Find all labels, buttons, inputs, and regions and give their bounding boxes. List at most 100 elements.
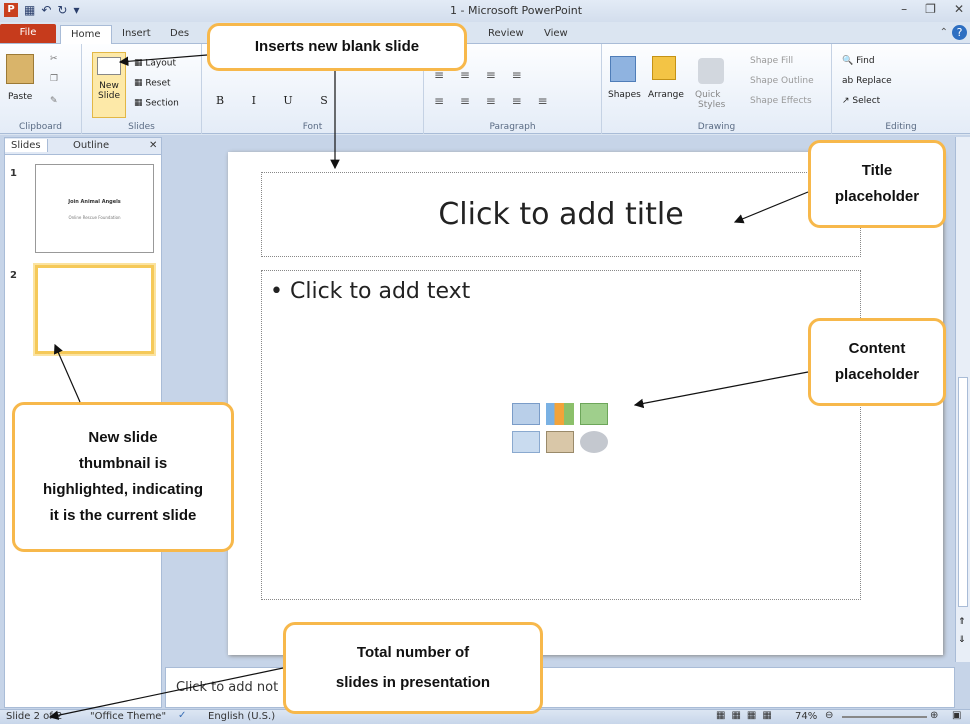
- font-format-buttons[interactable]: B I U S: [216, 94, 340, 107]
- paste-button[interactable]: Paste: [8, 92, 32, 102]
- insert-clipart-icon[interactable]: [546, 431, 574, 453]
- callout-new-slide: Inserts new blank slide: [207, 23, 467, 71]
- tab-insert[interactable]: Insert: [112, 25, 161, 44]
- ribbon-tabs: File Home Insert Des Review View ⌃ ?: [0, 22, 970, 44]
- layout-icon: ▦: [134, 58, 143, 68]
- slides-group-label: Slides: [128, 122, 155, 132]
- shapes-button[interactable]: Shapes: [608, 90, 641, 100]
- slide-thumbnail-2[interactable]: [35, 265, 154, 354]
- shape-effects-button[interactable]: Shape Effects: [750, 96, 812, 106]
- callout-title-line-2: placeholder: [834, 188, 920, 205]
- help-icon[interactable]: ?: [952, 25, 967, 40]
- insert-media-icon[interactable]: [580, 431, 608, 453]
- paragraph-group-label: Paragraph: [489, 122, 536, 132]
- callout-total-slides: Total number of slides in presentation: [283, 622, 543, 714]
- select-icon: ↗: [842, 96, 850, 106]
- content-placeholder-label: Click to add text: [289, 279, 471, 304]
- redo-icon[interactable]: ↻: [57, 3, 67, 17]
- replace-icon: ab: [842, 76, 854, 86]
- zoom-slider[interactable]: [842, 716, 927, 718]
- minimize-ribbon-icon[interactable]: ⌃: [940, 27, 948, 38]
- tab-review[interactable]: Review: [478, 25, 534, 44]
- drawing-group-label: Drawing: [697, 122, 736, 132]
- clipboard-group-label: Clipboard: [19, 122, 62, 132]
- callout-thumb-line-3: highlighted, indicating: [43, 481, 203, 498]
- thumbnail-title: Join Animal Angels: [68, 199, 121, 205]
- zoom-level[interactable]: 74%: [795, 711, 817, 722]
- section-button[interactable]: ▦ Section: [134, 98, 179, 109]
- tab-design[interactable]: Des: [160, 25, 199, 44]
- new-slide-button[interactable]: New Slide: [92, 52, 126, 118]
- content-placeholder[interactable]: • Click to add text: [261, 270, 861, 600]
- insert-chart-icon[interactable]: [546, 403, 574, 425]
- section-label: Section: [145, 98, 179, 109]
- save-icon[interactable]: ▦: [24, 3, 35, 17]
- cut-icon[interactable]: ✂: [50, 54, 58, 64]
- restore-icon[interactable]: ❐: [925, 2, 936, 16]
- insert-picture-icon[interactable]: [512, 431, 540, 453]
- callout-thumb-line-4: it is the current slide: [49, 507, 197, 524]
- spell-check-icon[interactable]: ✓: [178, 710, 186, 721]
- insert-smartart-icon[interactable]: [580, 403, 608, 425]
- find-button[interactable]: 🔍 Find: [842, 56, 875, 66]
- arrange-button[interactable]: Arrange: [648, 90, 684, 100]
- layout-label: Layout: [145, 58, 176, 69]
- replace-button[interactable]: ab Replace: [842, 76, 892, 86]
- title-placeholder[interactable]: Click to add title: [261, 172, 861, 257]
- insert-table-icon[interactable]: [512, 403, 540, 425]
- minimize-icon[interactable]: –: [901, 2, 907, 16]
- reset-button[interactable]: ▦ Reset: [134, 78, 171, 89]
- editing-group: 🔍 Find ab Replace ↗ Select Editing: [832, 44, 970, 134]
- next-slide-icon[interactable]: ⇓: [958, 635, 966, 645]
- view-buttons[interactable]: ▦▦▦▦: [716, 710, 778, 721]
- callout-total-line-2: slides in presentation: [335, 674, 491, 691]
- callout-thumb-line-1: New slide: [88, 429, 158, 446]
- close-pane-icon[interactable]: ✕: [143, 139, 163, 152]
- editing-group-label: Editing: [885, 122, 917, 132]
- new-slide-label-2: Slide: [98, 91, 120, 101]
- prev-slide-icon[interactable]: ⇑: [958, 617, 966, 627]
- scrollbar-thumb[interactable]: [958, 377, 968, 607]
- callout-total-line-1: Total number of: [356, 644, 470, 661]
- thumbnail-number: 2: [10, 270, 17, 281]
- shape-outline-button[interactable]: Shape Outline: [750, 76, 814, 86]
- callout-new-slide-text: Inserts new blank slide: [254, 38, 420, 55]
- tab-view[interactable]: View: [534, 25, 578, 44]
- select-label: Select: [852, 96, 881, 106]
- content-placeholder-text: • Click to add text: [270, 279, 471, 304]
- quick-styles-button[interactable]: Quick: [695, 90, 720, 100]
- slides-group: New Slide ▦ Layout ▦ Reset ▦ Section Sli…: [82, 44, 202, 134]
- slide-thumbnail-1[interactable]: Join Animal Angels Online Rescue Foundat…: [35, 164, 154, 253]
- callout-title-line-1: Title: [861, 162, 893, 179]
- customize-qat-icon[interactable]: ▾: [73, 3, 79, 17]
- callout-title-placeholder: Title placeholder: [808, 140, 946, 228]
- tab-slides[interactable]: Slides: [5, 139, 48, 152]
- callout-content-line-2: placeholder: [834, 366, 920, 383]
- fit-window-icon[interactable]: ▣: [952, 710, 961, 721]
- tab-file[interactable]: File: [0, 24, 56, 43]
- tab-home[interactable]: Home: [60, 25, 112, 44]
- zoom-out-icon[interactable]: ⊖: [825, 710, 833, 721]
- theme-name: "Office Theme": [90, 711, 167, 722]
- undo-icon[interactable]: ↶: [41, 3, 51, 17]
- reset-label: Reset: [145, 78, 171, 89]
- find-label: Find: [856, 56, 875, 66]
- paste-icon[interactable]: [6, 54, 34, 84]
- vertical-scrollbar[interactable]: ⇑ ⇓: [955, 137, 970, 662]
- align-buttons[interactable]: ≡ ≡ ≡ ≡ ≡: [434, 94, 554, 108]
- copy-icon[interactable]: ❐: [50, 74, 58, 84]
- tab-outline[interactable]: Outline: [67, 139, 115, 152]
- callout-content-line-1: Content: [848, 340, 906, 357]
- clipboard-group: Paste ✂ ❐ ✎ Clipboard: [0, 44, 82, 134]
- font-group-label: Font: [302, 122, 323, 132]
- title-bar: P ▦ ↶ ↻ ▾ 1 - Microsoft PowerPoint – ❐ ✕: [0, 0, 970, 22]
- shape-fill-button[interactable]: Shape Fill: [750, 56, 793, 66]
- language[interactable]: English (U.S.): [208, 711, 275, 722]
- select-button[interactable]: ↗ Select: [842, 96, 880, 106]
- close-icon[interactable]: ✕: [954, 2, 964, 16]
- section-icon: ▦: [134, 98, 143, 108]
- format-painter-icon[interactable]: ✎: [50, 96, 58, 106]
- title-placeholder-text: Click to add title: [438, 197, 684, 232]
- zoom-in-icon[interactable]: ⊕: [930, 710, 938, 721]
- layout-button[interactable]: ▦ Layout: [134, 58, 176, 69]
